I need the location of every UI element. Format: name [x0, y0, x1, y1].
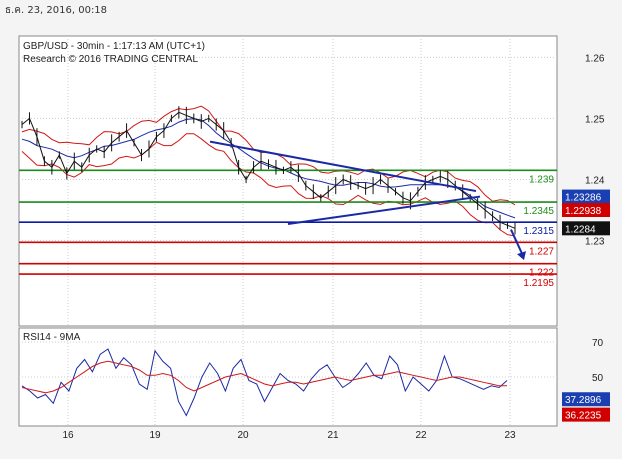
- rsi-tags: 37.2896 36.2235: [562, 392, 610, 422]
- chart-canvas: GBP/USD - 30min - 1:17:13 AM (UTC+1) Res…: [18, 35, 610, 441]
- rsi-tag-label: 36.2235: [565, 411, 602, 422]
- x-tick-label: 16: [62, 430, 74, 441]
- level-label: 1.227: [529, 246, 554, 257]
- x-tick-label: 19: [149, 430, 161, 441]
- price-tags: 1.23286 1.22938 1.2284: [562, 189, 610, 236]
- level-label: 1.2315: [523, 226, 554, 237]
- level-label: 1.239: [529, 174, 554, 185]
- rsi-title: RSI14 - 9MA: [23, 332, 81, 343]
- chart-title: GBP/USD - 30min - 1:17:13 AM (UTC+1): [23, 41, 205, 52]
- x-tick-label: 21: [327, 430, 339, 441]
- x-tick-label: 20: [237, 430, 249, 441]
- price-tag-label: 1.22938: [565, 206, 602, 217]
- y-tick-label: 1.26: [585, 53, 605, 64]
- rsi-y-tick-label: 70: [592, 338, 604, 349]
- price-tag-label: 1.2284: [565, 224, 596, 235]
- level-label: 1.2195: [523, 278, 554, 289]
- y-tick-label: 1.23: [585, 237, 605, 248]
- rsi-y-tick-label: 50: [592, 373, 604, 384]
- y-tick-label: 1.25: [585, 114, 605, 125]
- chart-subtitle: Research © 2016 TRADING CENTRAL: [23, 54, 198, 65]
- rsi-tag-label: 37.2896: [565, 395, 602, 406]
- level-label: 1.222: [529, 268, 554, 279]
- x-tick-label: 23: [504, 430, 516, 441]
- price-panel: [18, 35, 558, 327]
- x-tick-label: 22: [415, 430, 427, 441]
- y-tick-label: 1.24: [585, 175, 605, 186]
- rsi-panel: [18, 327, 558, 427]
- price-tag-label: 1.23286: [565, 193, 602, 204]
- level-label: 1.2345: [523, 206, 554, 217]
